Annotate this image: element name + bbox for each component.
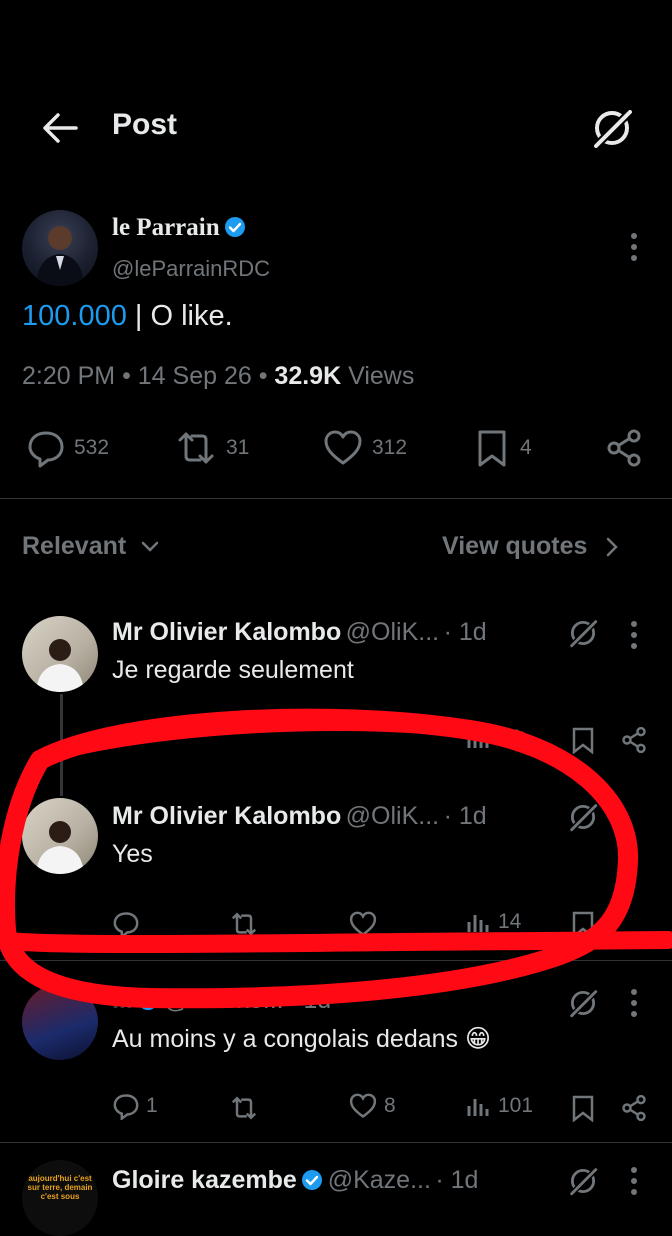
verified-badge-icon — [302, 1170, 323, 1190]
views-button[interactable]: 101 — [466, 1094, 533, 1118]
grok-icon[interactable] — [566, 616, 600, 650]
views-icon — [467, 731, 489, 748]
avatar-portrait — [36, 821, 84, 874]
view-quotes-link[interactable]: View quotes — [442, 532, 619, 561]
grok-icon[interactable] — [566, 986, 600, 1020]
reply-avatar[interactable] — [22, 984, 98, 1060]
reply-avatar[interactable] — [22, 616, 98, 692]
repost-button[interactable]: 31 — [174, 428, 249, 468]
views-label: Views — [348, 362, 415, 390]
red-annotation-circle — [0, 708, 672, 1009]
share-icon[interactable] — [620, 726, 648, 754]
verified-badge-icon — [225, 217, 246, 237]
reply-avatar[interactable]: aujourd'hui c'est sur terre, demain c'es… — [22, 1160, 98, 1236]
avatar-portrait — [36, 639, 84, 692]
bookmark-icon[interactable] — [570, 910, 596, 938]
reply-text: Au moins y a congolais dedans 😁 — [112, 1025, 492, 1053]
reply-header: Mr Olivier Kalombo @OliK... · 1d — [112, 618, 487, 646]
heart-icon — [349, 1093, 377, 1119]
views-icon — [467, 1099, 489, 1116]
like-button[interactable]: 8 — [348, 1092, 396, 1120]
reply-header: Gloire kazembe @Kaze... · 1d — [112, 1166, 479, 1194]
thread-line — [60, 694, 63, 796]
repost-icon — [178, 432, 214, 464]
verified-badge-icon — [138, 990, 159, 1010]
more-options-icon[interactable] — [630, 620, 638, 650]
divider — [0, 960, 672, 961]
post-time: 2:20 PM — [22, 362, 116, 390]
like-button[interactable]: 312 — [322, 428, 407, 468]
author-avatar[interactable] — [22, 210, 98, 286]
reply-icon — [113, 1094, 139, 1120]
more-options-icon[interactable] — [630, 988, 638, 1018]
author-handle[interactable]: @leParrainRDC — [112, 256, 270, 282]
post-text: 100.000 | O like. — [22, 300, 233, 332]
reply-avatar[interactable] — [22, 798, 98, 874]
chevron-right-icon — [607, 537, 619, 556]
divider — [0, 498, 672, 499]
divider — [0, 1142, 672, 1143]
bookmark-icon[interactable] — [570, 726, 596, 754]
bookmark-icon — [478, 430, 506, 467]
author-name[interactable]: le Parrain — [112, 214, 220, 241]
bookmark-button[interactable]: 4 — [472, 428, 532, 468]
share-icon[interactable] — [604, 428, 644, 468]
heart-icon — [324, 430, 362, 465]
reply-icon — [28, 431, 64, 468]
chevron-down-icon — [141, 541, 159, 552]
more-options-icon[interactable] — [630, 1166, 638, 1196]
reply-button[interactable]: 1 — [112, 1092, 158, 1120]
post-meta: 2:20 PM • 14 Sep 26 • 32.9K Views — [22, 362, 415, 390]
post-date: 14 Sep 26 — [137, 362, 252, 390]
page-title: Post — [112, 108, 178, 141]
grok-icon[interactable] — [566, 1164, 600, 1198]
views-button[interactable]: 72 — [466, 726, 521, 750]
share-icon[interactable] — [620, 1094, 648, 1122]
avatar-portrait — [36, 226, 84, 286]
grok-icon[interactable] — [566, 800, 600, 834]
views-count: 32.9K — [274, 362, 342, 390]
post-text-link[interactable]: 100.000 — [22, 300, 127, 332]
grok-icon[interactable] — [588, 104, 636, 152]
sort-dropdown[interactable]: Relevant — [22, 532, 160, 561]
reply-icon[interactable] — [112, 910, 140, 938]
heart-icon[interactable] — [348, 910, 378, 938]
repost-icon[interactable] — [228, 1094, 260, 1122]
views-button[interactable]: 14 — [466, 910, 521, 934]
repost-icon[interactable] — [228, 910, 260, 938]
reply-button[interactable]: 532 — [26, 428, 109, 468]
views-icon — [467, 915, 489, 932]
bookmark-icon[interactable] — [570, 1094, 596, 1122]
reply-header: Mr Olivier Kalombo @OliK... · 1d — [112, 802, 487, 830]
more-options-icon[interactable] — [630, 232, 638, 262]
reply-header: ... @Idrisko... · 1d — [112, 986, 332, 1014]
reply-text: Yes — [112, 840, 153, 868]
back-arrow-icon[interactable] — [40, 108, 80, 148]
reply-text: Je regarde seulement — [112, 656, 354, 684]
